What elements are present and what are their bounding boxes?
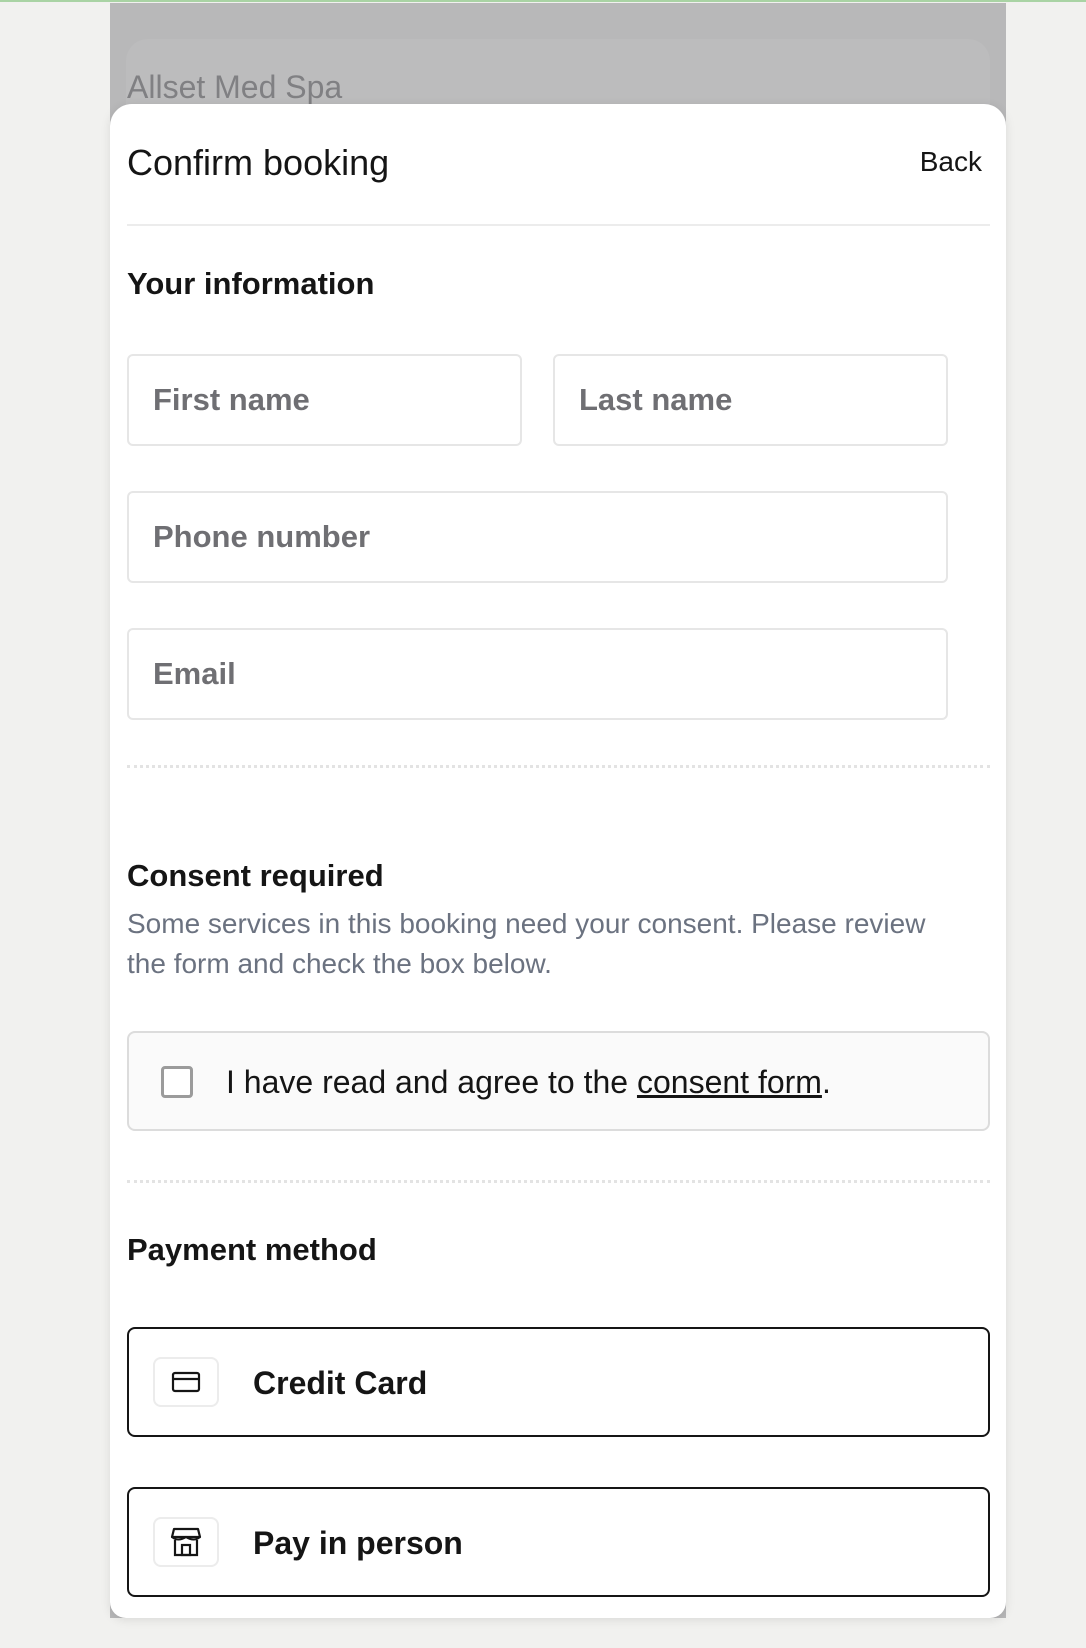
your-information-heading: Your information xyxy=(127,266,375,301)
consent-checkbox-label: I have read and agree to the consent for… xyxy=(226,1064,831,1101)
sheet-header: Confirm booking Back xyxy=(127,104,990,226)
consent-checkbox[interactable] xyxy=(161,1066,193,1098)
payment-option-credit-card[interactable]: Credit Card xyxy=(127,1327,990,1437)
payment-option-label: Pay in person xyxy=(253,1525,463,1561)
phone-number-input[interactable] xyxy=(129,493,946,581)
business-name: Allset Med Spa xyxy=(127,69,343,105)
last-name-field[interactable] xyxy=(553,354,948,446)
top-accent-line xyxy=(0,0,1086,2)
consent-prefix-text: I have read and agree to the xyxy=(226,1064,637,1100)
section-divider xyxy=(127,765,990,768)
store-icon xyxy=(153,1517,219,1567)
email-input[interactable] xyxy=(129,630,946,718)
sheet-title: Confirm booking xyxy=(127,142,390,183)
section-divider xyxy=(127,1180,990,1183)
consent-heading: Consent required xyxy=(127,858,384,893)
last-name-input[interactable] xyxy=(555,356,946,444)
consent-suffix-text: . xyxy=(821,1064,831,1100)
credit-card-icon xyxy=(153,1357,219,1407)
first-name-input[interactable] xyxy=(129,356,520,444)
consent-checkbox-row[interactable]: I have read and agree to the consent for… xyxy=(127,1031,990,1131)
confirm-booking-sheet: Confirm booking Back Your information Co… xyxy=(110,104,1006,1618)
consent-form-link[interactable]: consent form xyxy=(637,1064,822,1100)
email-field[interactable] xyxy=(127,628,948,720)
phone-number-field[interactable] xyxy=(127,491,948,583)
payment-option-pay-in-person[interactable]: Pay in person xyxy=(127,1487,990,1597)
consent-description: Some services in this booking need your … xyxy=(127,908,926,979)
payment-option-label: Credit Card xyxy=(253,1365,428,1401)
payment-method-heading: Payment method xyxy=(127,1232,377,1267)
first-name-field[interactable] xyxy=(127,354,522,446)
back-button[interactable]: Back xyxy=(920,146,982,178)
